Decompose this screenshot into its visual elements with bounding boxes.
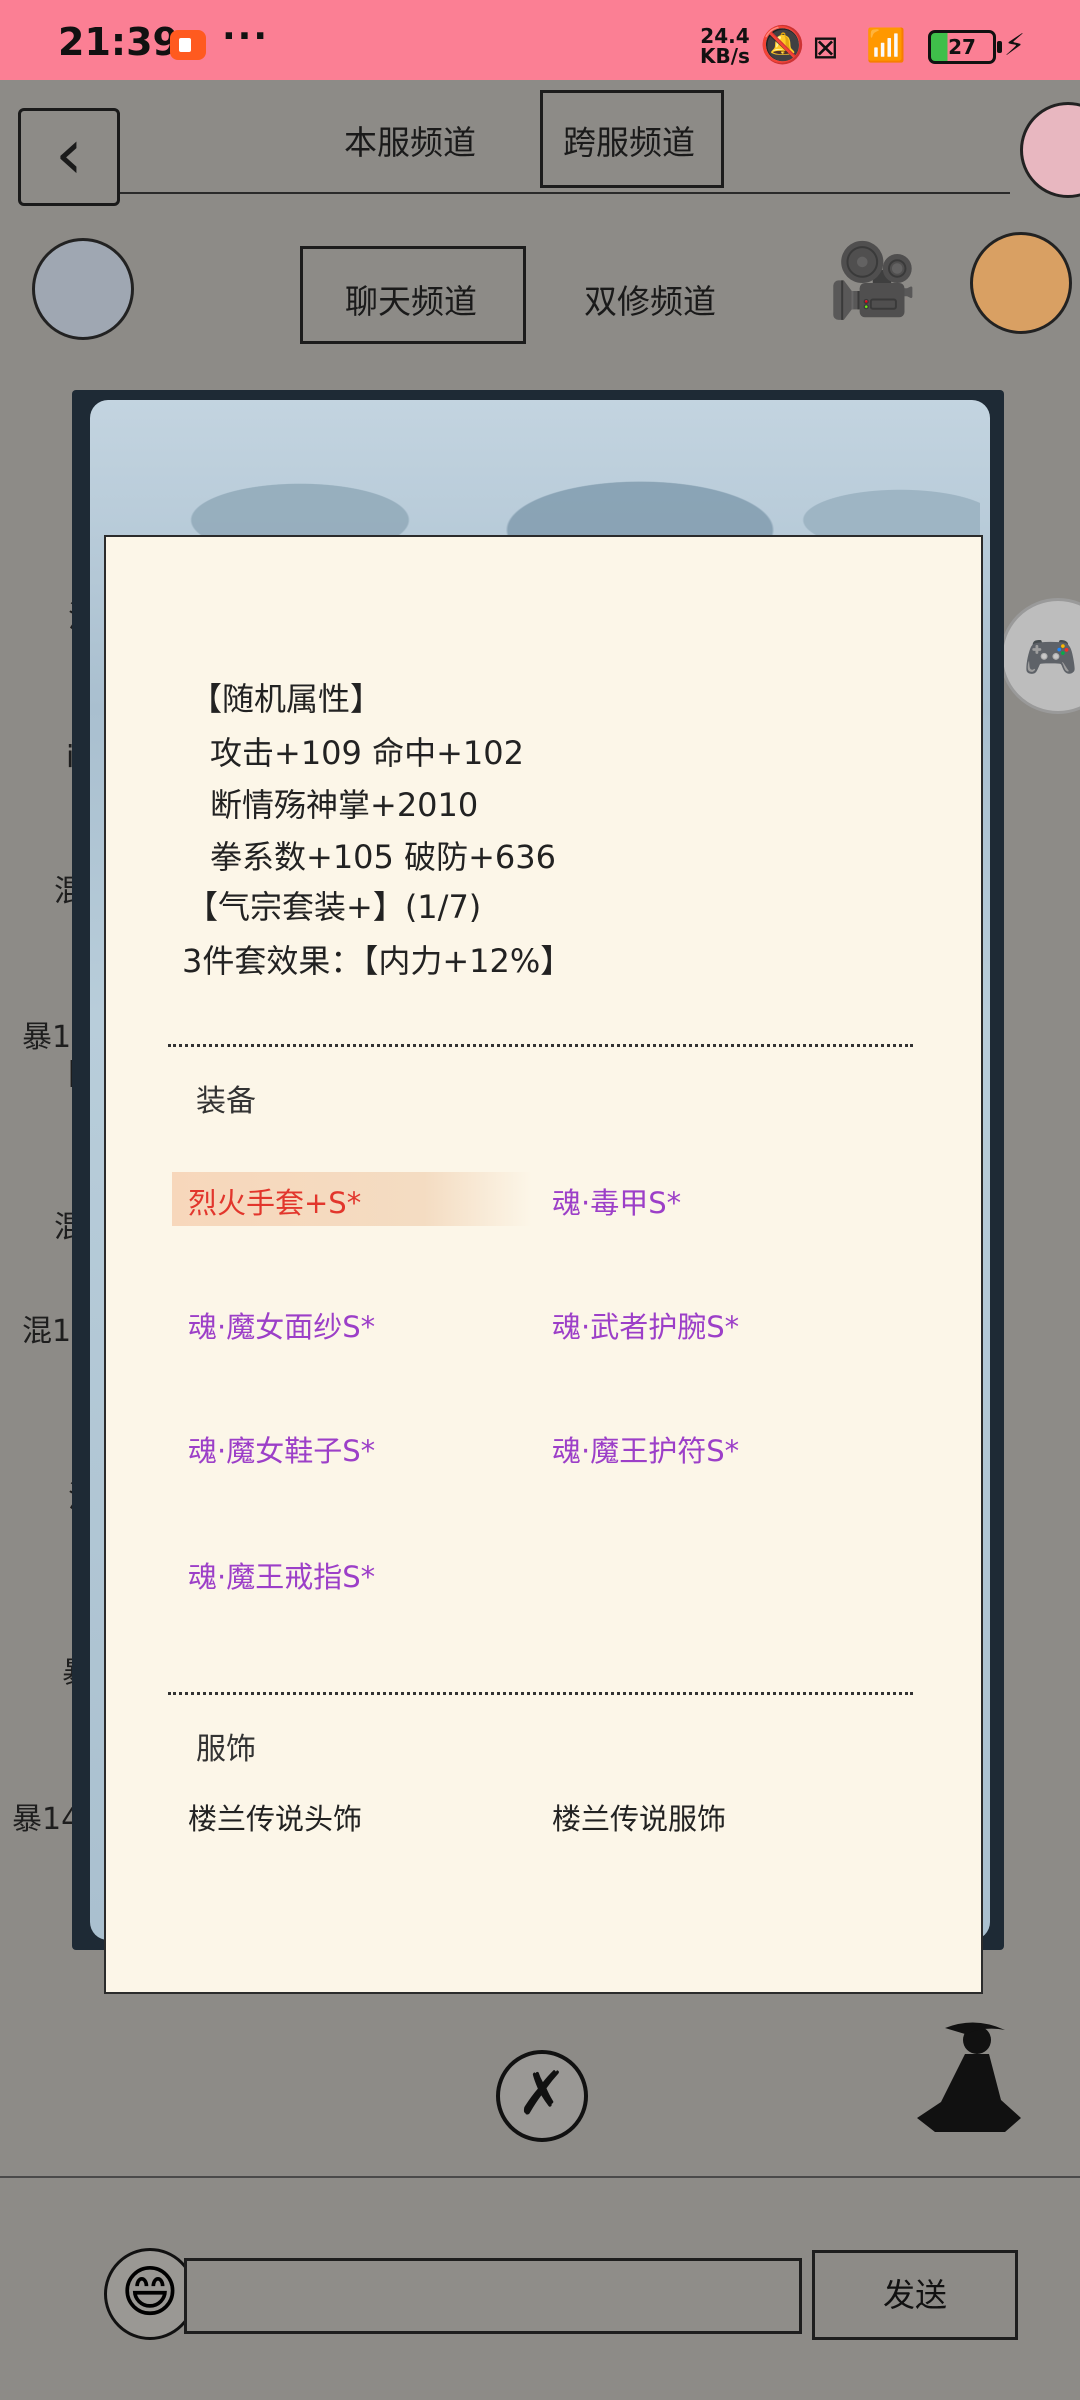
back-button[interactable]: ‹ [18,108,120,206]
set-bonus-effect: 3件套效果：【内力+12%】 [182,942,573,980]
camera-icon[interactable]: 🎥 [828,238,918,323]
section-divider [168,1044,913,1047]
wifi-icon: 📶 [866,26,906,64]
footer-divider [0,2176,1080,2178]
equipment-item[interactable]: 魂·魔女鞋子S* [188,1428,375,1470]
section-divider [168,1692,913,1695]
equipment-item[interactable]: 魂·魔王护符S* [552,1428,739,1470]
equipment-item[interactable]: 魂·魔女面纱S* [188,1304,375,1346]
close-panel-button[interactable]: ✗ [496,2050,588,2142]
header-divider [120,192,1010,194]
network-speed-unit: KB/s [700,44,750,68]
status-bar: 21:39 ··· 24.4 KB/s 🔕 ⊠ 📶 27 ⚡ [0,0,1080,80]
costume-item[interactable]: 楼兰传说头饰 [188,1796,362,1838]
costume-section-title: 服饰 [196,1732,256,1767]
mute-bell-icon: 🔕 [760,25,805,66]
random-attributes-title: 【随机属性】 [190,680,383,718]
tab-local-channel[interactable]: 本服频道 [344,116,476,164]
send-button[interactable]: 发送 [812,2250,1018,2340]
attribute-line: 断情殇神掌+2010 [210,786,479,824]
no-sim-icon: ⊠ [812,28,839,66]
video-app-icon [170,30,206,60]
chat-input[interactable] [184,2258,802,2334]
equipment-item[interactable]: 魂·武者护腕S* [552,1304,739,1346]
equipment-item[interactable]: 烈火手套+S* [188,1180,361,1222]
battery-indicator: 27 [928,30,1002,64]
friend-avatar[interactable] [32,238,134,340]
tab-cross-channel[interactable]: 跨服频道 [563,116,695,164]
network-speed: 24.4 KB/s [700,26,750,66]
network-speed-value: 24.4 [700,24,750,48]
equipment-section-title: 装备 [196,1084,256,1119]
equipment-item[interactable]: 魂·毒甲S* [552,1180,681,1222]
player-avatar[interactable] [1020,102,1080,198]
tab-chat-channel[interactable]: 聊天频道 [345,275,477,323]
npc-avatar[interactable] [970,232,1072,334]
gamepad-icon: 🎮 [1023,632,1078,683]
attribute-line: 拳系数+105 破防+636 [210,838,556,876]
tab-dual-channel[interactable]: 双修频道 [584,275,716,323]
more-notifications-icon: ··· [222,16,270,57]
mountain-decoration [100,410,980,550]
charging-icon: ⚡ [1004,28,1026,63]
costume-item[interactable]: 楼兰传说服饰 [552,1796,726,1838]
emoji-button[interactable]: 😄 [104,2248,196,2340]
attribute-line: 攻击+109 命中+102 [210,734,524,772]
meditation-icon[interactable] [905,2020,1035,2140]
set-bonus-title: 【气宗套装+】(1/7) [186,888,482,926]
equipment-item[interactable]: 魂·魔王戒指S* [188,1554,375,1596]
clock: 21:39 [58,20,179,64]
